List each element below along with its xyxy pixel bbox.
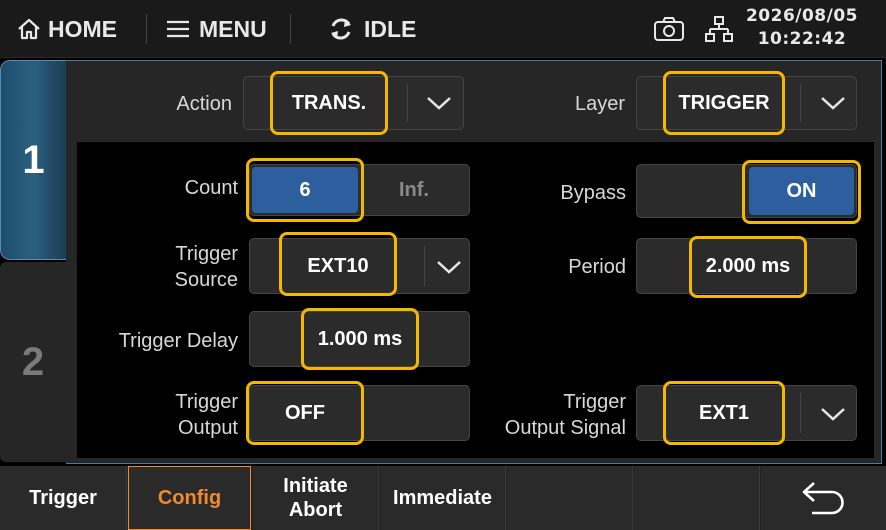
chevron-down-icon[interactable] — [812, 88, 854, 118]
trigger-output-signal-label: Trigger Output Signal — [470, 389, 626, 441]
bypass-label: Bypass — [560, 182, 626, 204]
trigger-source-highlight — [279, 232, 397, 296]
softkey-immediate[interactable]: Immediate — [380, 466, 506, 530]
home-icon — [16, 17, 42, 41]
count-highlight — [246, 158, 364, 222]
home-label: HOME — [48, 15, 117, 42]
trigger-output-highlight — [246, 381, 364, 445]
chevron-down-icon[interactable] — [812, 399, 854, 429]
label-line: Output Signal — [504, 417, 626, 439]
count-label: Count — [184, 177, 238, 199]
label-line: Output — [177, 417, 238, 439]
menu-button[interactable]: MENU — [165, 0, 267, 58]
trigger-delay-highlight — [301, 308, 419, 370]
period-highlight — [689, 236, 807, 298]
softkey-config[interactable]: Config — [128, 466, 251, 530]
home-button[interactable]: HOME — [16, 0, 117, 58]
trigger-delay-label: Trigger Delay — [118, 330, 238, 352]
action-highlight — [270, 71, 388, 135]
divider — [146, 14, 147, 44]
channel-tab-2[interactable]: 2 — [0, 262, 66, 462]
trigger-output-label: Trigger Output — [110, 389, 238, 441]
softkey-empty-1[interactable] — [507, 466, 633, 530]
time-text: 10:22:42 — [757, 29, 847, 49]
run-status: IDLE — [326, 0, 416, 58]
date-text: 2026/08/05 — [745, 6, 858, 26]
bypass-highlight — [742, 160, 861, 224]
network-status[interactable] — [705, 0, 733, 58]
menu-icon — [165, 18, 191, 40]
layer-label: Layer — [574, 93, 625, 115]
layer-highlight — [663, 71, 785, 135]
divider — [290, 14, 291, 44]
camera-icon — [653, 16, 685, 42]
channel-tab-1[interactable]: 1 — [0, 60, 66, 260]
divider — [407, 84, 408, 122]
divider — [424, 246, 425, 286]
screenshot-button[interactable] — [653, 0, 685, 58]
back-arrow-icon — [800, 479, 848, 517]
count-inf-option[interactable]: Inf. — [361, 163, 467, 217]
softkey-empty-2[interactable] — [634, 466, 760, 530]
datetime: 2026/08/05 10:22:42 — [746, 5, 858, 51]
label-line: Trigger — [563, 391, 626, 413]
softkey-line: Initiate — [283, 475, 348, 497]
status-label: IDLE — [364, 15, 417, 42]
label-line: Source — [174, 269, 238, 291]
divider — [800, 84, 801, 122]
network-icon — [705, 15, 733, 43]
menu-label: MENU — [199, 15, 267, 42]
chevron-down-icon[interactable] — [418, 88, 460, 118]
chevron-down-icon[interactable] — [428, 252, 470, 282]
softkey-trigger[interactable]: Trigger — [0, 466, 127, 530]
action-label: Action — [176, 93, 232, 115]
trigger-source-label: Trigger Source — [110, 241, 238, 293]
softkey-initiate-abort[interactable]: Initiate Abort — [253, 466, 379, 530]
period-label: Period — [568, 256, 626, 278]
back-button[interactable] — [761, 466, 886, 530]
label-line: Trigger — [175, 243, 238, 265]
refresh-icon — [326, 16, 356, 42]
trigger-output-signal-highlight — [663, 381, 785, 445]
label-line: Trigger — [175, 391, 238, 413]
softkey-line: Abort — [288, 499, 343, 521]
divider — [800, 393, 801, 433]
